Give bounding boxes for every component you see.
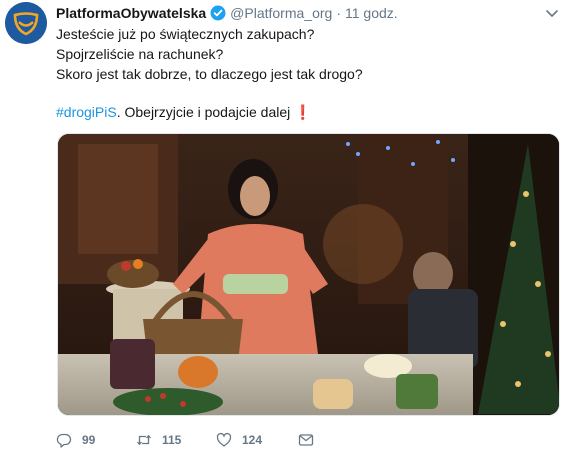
reply-count: 99 <box>82 433 96 447</box>
retweet-button[interactable]: 115 <box>136 432 216 448</box>
hashtag-link[interactable]: #drogiPiS <box>56 104 117 120</box>
video-frame-image <box>58 134 559 415</box>
retweet-count: 115 <box>162 433 182 447</box>
chevron-down-icon[interactable] <box>545 6 559 20</box>
separator: · <box>336 5 341 21</box>
direct-message-button[interactable] <box>298 432 314 448</box>
retweet-icon <box>137 434 151 446</box>
author-handle[interactable]: @Platforma_org <box>230 5 332 21</box>
tweet-line: Spojrzeliście na rachunek? <box>56 46 224 62</box>
avatar[interactable] <box>5 2 47 44</box>
exclamation-emoji: ❗ <box>294 104 312 120</box>
tweet-text: Jesteście już po świątecznych zakupach? … <box>56 24 556 122</box>
verified-badge-icon <box>210 5 226 21</box>
heart-icon <box>216 432 232 447</box>
tweet-hashtag-line: #drogiPiS. Obejrzyjcie i podajcie dalej … <box>56 102 556 122</box>
direct-message-icon <box>298 434 314 446</box>
tweet-header: PlatformaObywatelska @Platforma_org · 11… <box>56 3 398 23</box>
tweet-call-to-action: . Obejrzyjcie i podajcie dalej <box>116 104 291 120</box>
tweet-line: Skoro jest tak dobrze, to dlaczego jest … <box>56 66 363 82</box>
reply-icon <box>56 433 72 448</box>
like-count: 124 <box>242 433 263 447</box>
timestamp[interactable]: 11 godz. <box>345 5 398 21</box>
tweet-line: Jesteście już po świątecznych zakupach? <box>56 26 315 42</box>
platforma-logo-icon <box>5 2 47 44</box>
author-name[interactable]: PlatformaObywatelska <box>56 5 206 21</box>
tweet-actions: 99 115 124 <box>56 430 314 450</box>
like-button[interactable]: 124 <box>216 432 298 448</box>
video-thumbnail[interactable] <box>57 133 560 416</box>
reply-button[interactable]: 99 <box>56 432 136 448</box>
